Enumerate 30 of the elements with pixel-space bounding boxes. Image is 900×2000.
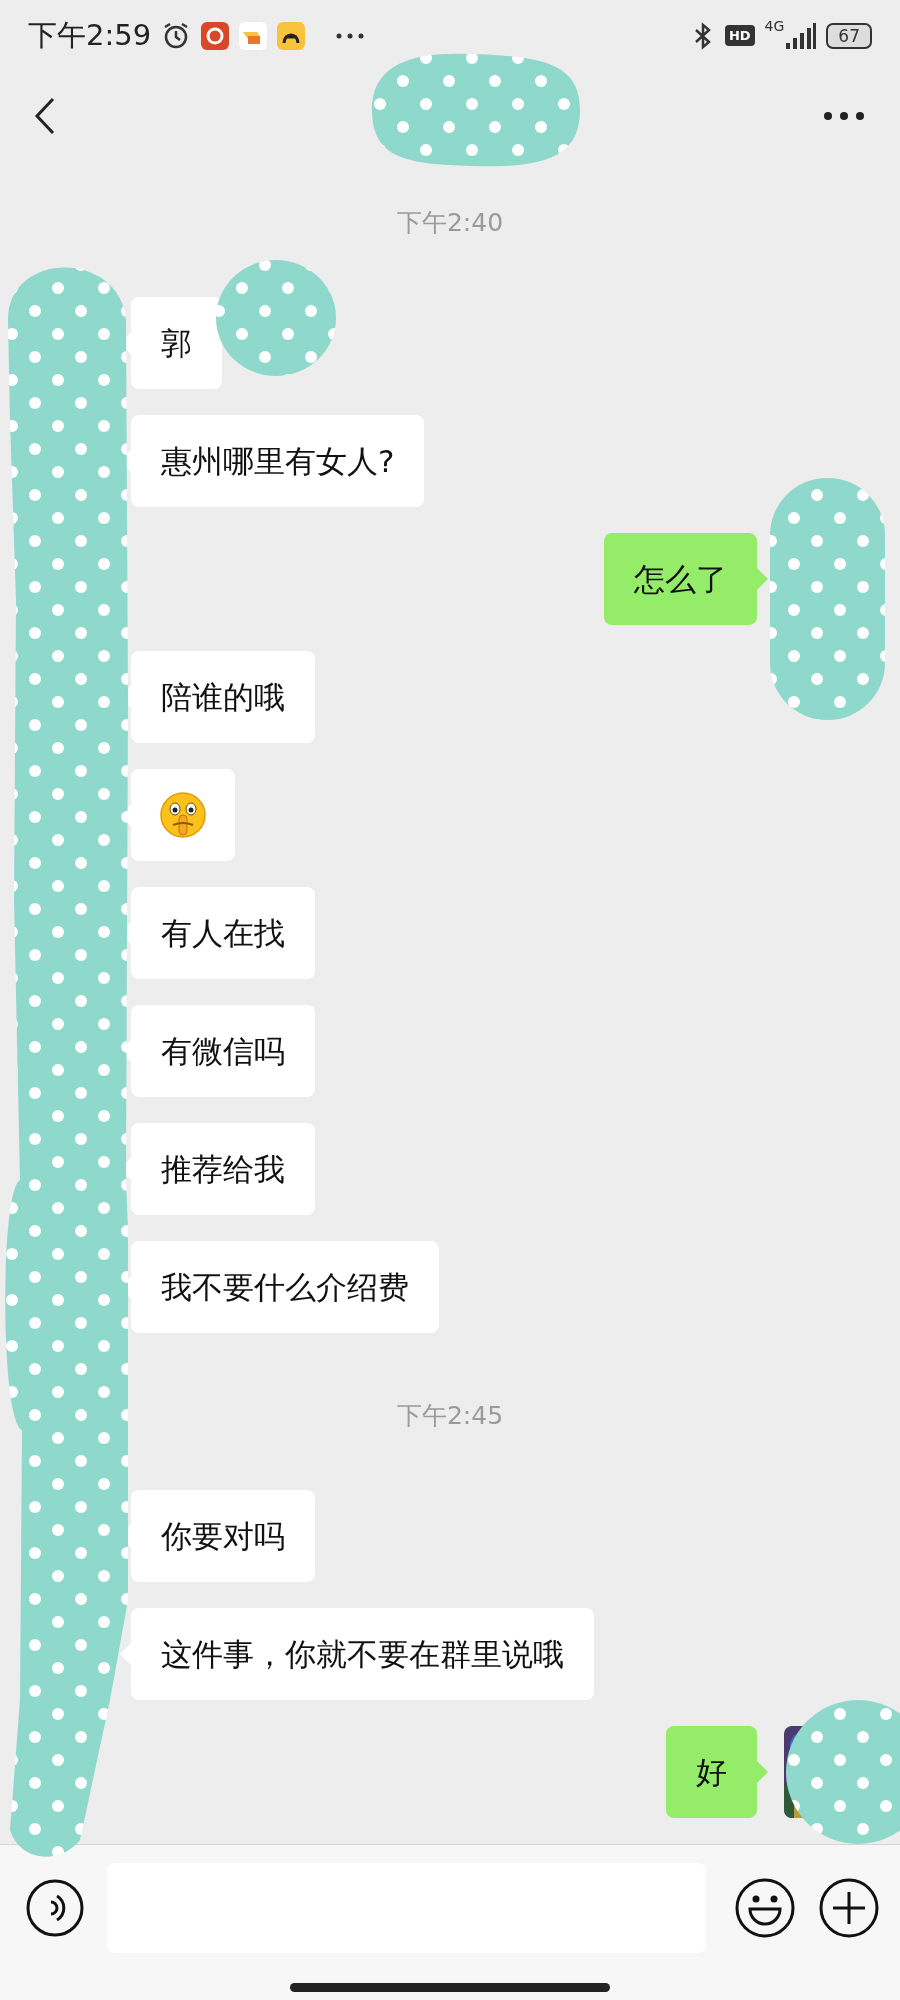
back-icon[interactable] — [33, 96, 57, 137]
message-bubble[interactable]: 有微信吗 — [131, 1005, 315, 1098]
message-bubble[interactable]: 有人在找 — [131, 887, 315, 980]
status-time: 下午2:59 — [28, 16, 152, 54]
message-bubble[interactable] — [131, 769, 235, 862]
timestamp: 下午2:40 — [396, 208, 504, 239]
shushing-face-icon — [159, 791, 207, 840]
message-bubble[interactable]: 郭 — [131, 297, 222, 390]
message-bubble[interactable]: 好 — [666, 1726, 757, 1819]
voice-icon[interactable] — [25, 1878, 85, 1939]
plus-icon[interactable] — [818, 1877, 880, 1940]
app-icon — [277, 21, 306, 50]
message-bubble[interactable]: 惠州哪里有女人? — [131, 415, 425, 508]
home-indicator[interactable] — [290, 1983, 610, 1993]
signal-icon — [786, 22, 817, 49]
message-bubble[interactable]: 怎么了 — [604, 533, 757, 626]
hd-badge: HD — [724, 25, 755, 47]
message-bubble[interactable]: 推荐给我 — [131, 1123, 315, 1216]
more-icon[interactable] — [823, 111, 865, 122]
message-bubble[interactable]: 你要对吗 — [131, 1490, 315, 1583]
app-icon — [201, 21, 230, 50]
timestamp: 下午2:45 — [396, 1401, 504, 1432]
message-bubble[interactable]: 这件事，你就不要在群里说哦 — [131, 1608, 594, 1701]
emoji-icon[interactable] — [734, 1877, 796, 1940]
message-bubble[interactable]: 陪谁的哦 — [131, 651, 315, 744]
more-icon — [335, 31, 366, 40]
app-icon — [239, 21, 268, 50]
battery-indicator: 67 — [826, 22, 872, 49]
network-label: 4G — [764, 18, 785, 34]
message-bubble[interactable]: 我不要什么介绍费 — [131, 1241, 439, 1334]
